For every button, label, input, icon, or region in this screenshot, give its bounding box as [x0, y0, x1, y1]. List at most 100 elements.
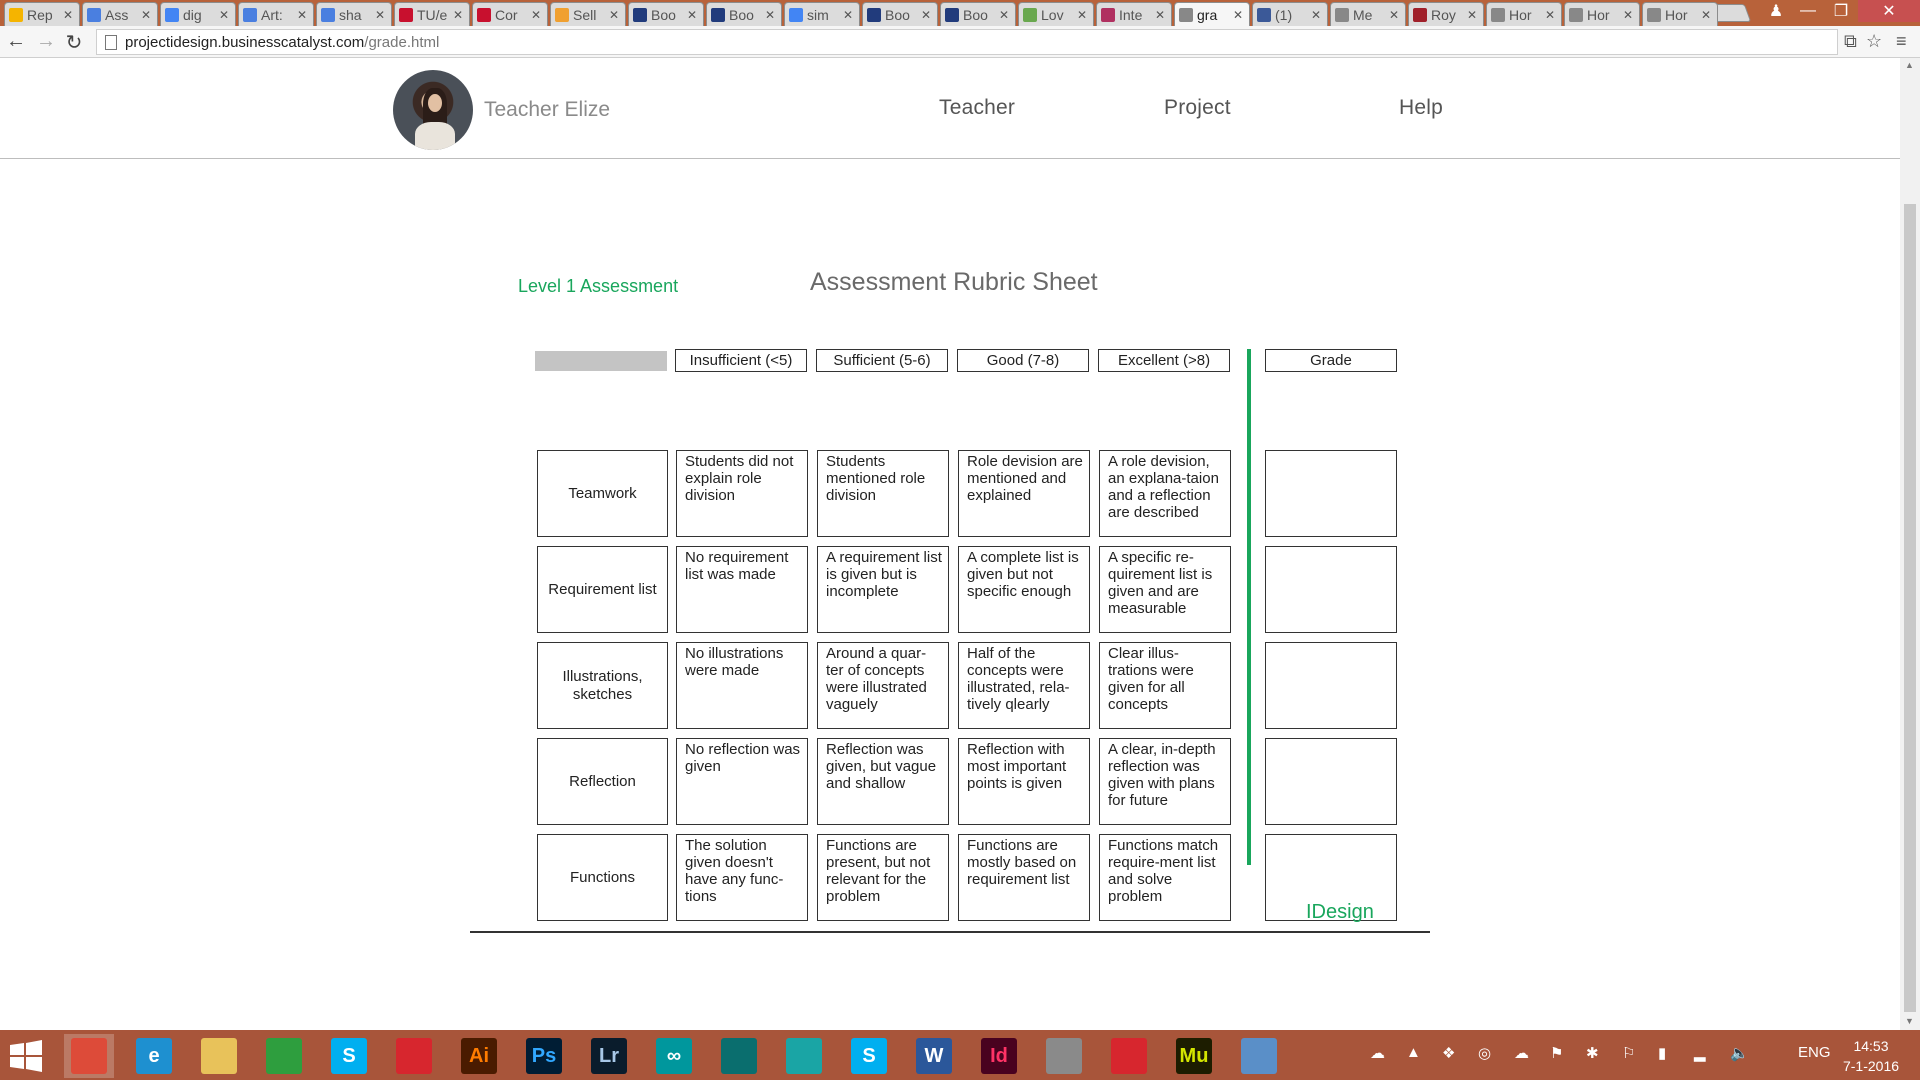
chrome-icon[interactable]: [64, 1034, 114, 1078]
browser-tab[interactable]: Me ✕: [1330, 2, 1406, 26]
creative-cloud-icon-2[interactable]: [1104, 1034, 1154, 1078]
grade-input-box[interactable]: [1265, 738, 1397, 825]
calculator-icon[interactable]: [1039, 1034, 1089, 1078]
photoshop-icon[interactable]: Ps: [519, 1034, 569, 1078]
address-bar[interactable]: projectidesign.businesscatalyst.com/grad…: [96, 29, 1838, 55]
scrollbar[interactable]: ▲ ▼: [1900, 58, 1920, 1030]
close-tab-icon[interactable]: ✕: [1545, 8, 1557, 22]
forward-icon[interactable]: →: [34, 30, 58, 53]
close-tab-icon[interactable]: ✕: [1155, 8, 1167, 22]
close-tab-icon[interactable]: ✕: [1311, 8, 1323, 22]
maximize-button[interactable]: ❐: [1824, 0, 1858, 22]
browser-tab[interactable]: Boo ✕: [628, 2, 704, 26]
maya-icon[interactable]: [779, 1034, 829, 1078]
store-icon[interactable]: [259, 1034, 309, 1078]
teacher-name[interactable]: Teacher Elize: [484, 98, 610, 122]
close-tab-icon[interactable]: ✕: [1077, 8, 1089, 22]
muse-icon[interactable]: Mu: [1169, 1034, 1219, 1078]
language-indicator[interactable]: ENG: [1798, 1044, 1831, 1061]
browser-tab[interactable]: Art: ✕: [238, 2, 314, 26]
browser-tab[interactable]: Cor ✕: [472, 2, 548, 26]
close-tab-icon[interactable]: ✕: [531, 8, 543, 22]
browser-tab[interactable]: TU/e ✕: [394, 2, 470, 26]
lightroom-icon[interactable]: Lr: [584, 1034, 634, 1078]
user-icon[interactable]: ♟: [1760, 0, 1792, 22]
action-center-icon[interactable]: ⚐: [1622, 1044, 1635, 1062]
close-tab-icon[interactable]: ✕: [63, 8, 75, 22]
close-tab-icon[interactable]: ✕: [375, 8, 387, 22]
nav-teacher[interactable]: Teacher: [939, 96, 1015, 120]
bluetooth-icon[interactable]: ✱: [1586, 1044, 1599, 1062]
arduino-icon[interactable]: ∞: [649, 1034, 699, 1078]
nav-help[interactable]: Help: [1399, 96, 1443, 120]
close-tab-icon[interactable]: ✕: [1623, 8, 1635, 22]
avatar[interactable]: [393, 70, 473, 150]
browser-tab[interactable]: Hor ✕: [1564, 2, 1640, 26]
browser-tab[interactable]: Roy ✕: [1408, 2, 1484, 26]
close-tab-icon[interactable]: ✕: [1389, 8, 1401, 22]
internet-explorer-icon[interactable]: e: [129, 1034, 179, 1078]
browser-tab[interactable]: Hor ✕: [1486, 2, 1562, 26]
close-tab-icon[interactable]: ✕: [219, 8, 231, 22]
dropbox-icon[interactable]: ❖: [1442, 1044, 1455, 1062]
back-icon[interactable]: ←: [4, 30, 28, 53]
skype-icon-2[interactable]: S: [844, 1034, 894, 1078]
browser-tab[interactable]: Ass ✕: [82, 2, 158, 26]
illustrator-icon[interactable]: Ai: [454, 1034, 504, 1078]
menu-icon[interactable]: ≡: [1896, 31, 1907, 52]
browser-tab[interactable]: sim ✕: [784, 2, 860, 26]
skype-icon[interactable]: S: [324, 1034, 374, 1078]
close-tab-icon[interactable]: ✕: [765, 8, 777, 22]
battery-icon[interactable]: ▮: [1658, 1044, 1666, 1062]
close-tab-icon[interactable]: ✕: [141, 8, 153, 22]
acrobat-icon[interactable]: ▲: [1406, 1044, 1421, 1061]
browser-tab[interactable]: sha ✕: [316, 2, 392, 26]
bookmark-star-icon[interactable]: ☆: [1866, 31, 1882, 52]
close-tab-icon[interactable]: ✕: [297, 8, 309, 22]
grade-input-box[interactable]: [1265, 450, 1397, 537]
minimize-button[interactable]: —: [1792, 0, 1824, 22]
browser-tab[interactable]: dig ✕: [160, 2, 236, 26]
scroll-thumb[interactable]: [1904, 204, 1916, 1012]
close-tab-icon[interactable]: ✕: [1233, 8, 1245, 22]
translate-icon[interactable]: ⧉: [1844, 31, 1857, 52]
scroll-down-icon[interactable]: ▼: [1905, 1016, 1914, 1026]
indesign-icon[interactable]: Id: [974, 1034, 1024, 1078]
browser-tab[interactable]: Lov ✕: [1018, 2, 1094, 26]
3dsmax-icon[interactable]: [714, 1034, 764, 1078]
reload-icon[interactable]: ↻: [62, 30, 86, 55]
scroll-up-icon[interactable]: ▲: [1905, 60, 1914, 70]
wifi-icon[interactable]: ▂: [1694, 1044, 1706, 1062]
browser-tab[interactable]: Hor ✕: [1642, 2, 1718, 26]
grade-input-box[interactable]: [1265, 546, 1397, 633]
creative-cloud-icon[interactable]: [389, 1034, 439, 1078]
network-share-icon[interactable]: ◎: [1478, 1044, 1491, 1062]
cloud-icon[interactable]: ☁: [1370, 1044, 1385, 1062]
onedrive-icon[interactable]: ☁: [1514, 1044, 1529, 1062]
nav-project[interactable]: Project: [1164, 96, 1231, 120]
clock[interactable]: 14:53 7-1-2016: [1836, 1036, 1906, 1076]
windows-start-icon[interactable]: [8, 1040, 44, 1072]
word-icon[interactable]: W: [909, 1034, 959, 1078]
browser-tab[interactable]: Inte ✕: [1096, 2, 1172, 26]
flag-icon[interactable]: ⚑: [1550, 1044, 1563, 1062]
photos-icon[interactable]: [1234, 1034, 1284, 1078]
close-tab-icon[interactable]: ✕: [453, 8, 465, 22]
close-tab-icon[interactable]: ✕: [843, 8, 855, 22]
grade-input-box[interactable]: [1265, 642, 1397, 729]
browser-tab[interactable]: Boo ✕: [862, 2, 938, 26]
browser-tab[interactable]: Sell ✕: [550, 2, 626, 26]
close-window-button[interactable]: ✕: [1858, 0, 1920, 22]
browser-tab[interactable]: gra ✕: [1174, 2, 1250, 26]
close-tab-icon[interactable]: ✕: [1701, 8, 1713, 22]
browser-tab[interactable]: (1) ✕: [1252, 2, 1328, 26]
browser-tab[interactable]: Rep ✕: [4, 2, 80, 26]
browser-tab[interactable]: Boo ✕: [940, 2, 1016, 26]
browser-tab[interactable]: Boo ✕: [706, 2, 782, 26]
volume-icon[interactable]: 🔈: [1730, 1044, 1749, 1062]
close-tab-icon[interactable]: ✕: [1467, 8, 1479, 22]
file-explorer-icon[interactable]: [194, 1034, 244, 1078]
close-tab-icon[interactable]: ✕: [921, 8, 933, 22]
close-tab-icon[interactable]: ✕: [609, 8, 621, 22]
close-tab-icon[interactable]: ✕: [999, 8, 1011, 22]
